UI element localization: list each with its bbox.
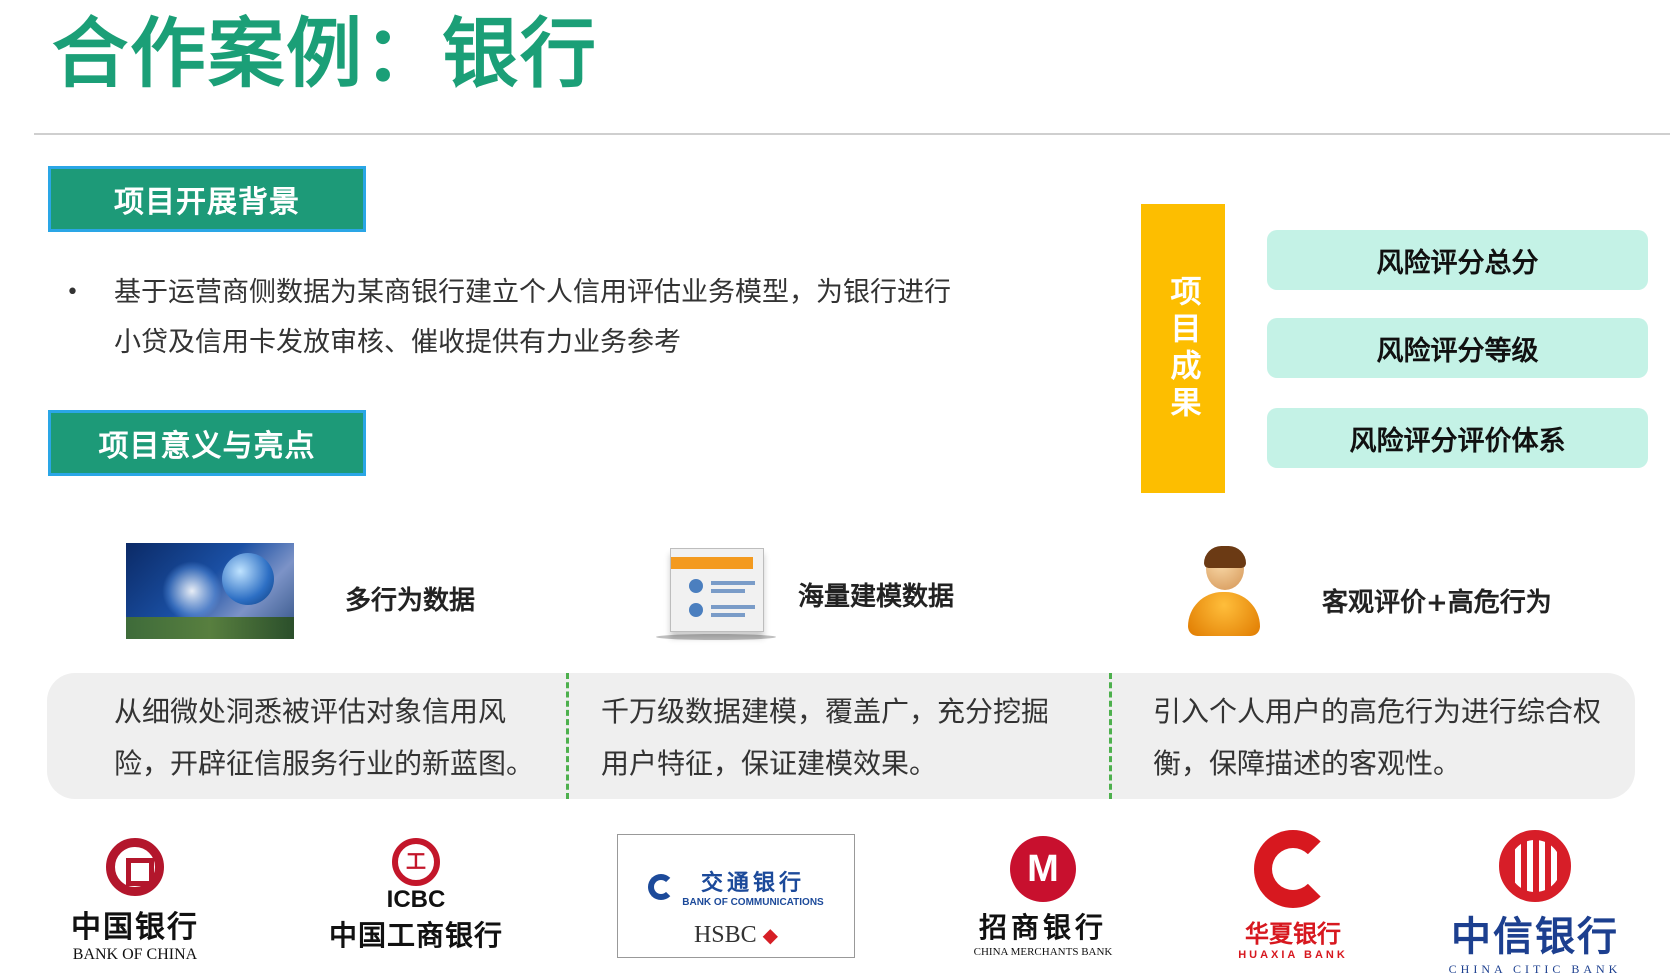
results-column: 项目成果 <box>1141 204 1225 493</box>
logo-text-en: HUAXIA BANK <box>1238 949 1348 961</box>
icbc-logo: 工 ICBC 中国工商银行 <box>326 838 506 954</box>
feature-label-objective-evaluation: 客观评价+高危行为 <box>1322 588 1552 618</box>
logo-text-cn: 华夏银行 <box>1245 920 1341 948</box>
document-users-icon <box>656 548 776 640</box>
china-citic-bank-logo: 中信银行 CHINA CITIC BANK <box>1440 830 1630 976</box>
logo-text-cn: 招商银行 <box>978 911 1107 944</box>
results-label: 项目成果 <box>1164 274 1201 423</box>
user-person-icon <box>1188 546 1260 642</box>
bank-of-china-logo: 中国银行 BANK OF CHINA <box>60 838 210 964</box>
background-text: 基于运营商侧数据为某商银行建立个人信用评估业务模型，为银行进行小贷及信用卡发放审… <box>114 277 951 358</box>
bank-of-communications-logo: 交通银行 BANK OF COMMUNICATIONS HSBC ◆ <box>617 834 855 958</box>
logo-text-en: CHINA CITIC BANK <box>1448 962 1622 976</box>
result-item-score-level: 风险评分等级 <box>1267 318 1648 378</box>
feature-label-modeling-data: 海量建模数据 <box>798 582 955 612</box>
logo-text-en: BANK OF COMMUNICATIONS <box>682 897 824 908</box>
logo-text-en: BANK OF CHINA <box>72 946 198 963</box>
feature-description-1: 从细微处洞悉被评估对象信用风险，开辟征信服务行业的新蓝图。 <box>114 695 535 780</box>
hsbc-text: HSBC <box>693 922 757 948</box>
logo-text-en: CHINA MERCHANTS BANK <box>973 946 1113 958</box>
logo-text-cn: 交通银行 <box>700 871 805 896</box>
logo-text-cn: 中国工商银行 <box>328 919 503 952</box>
cmb-emblem-icon: M <box>1010 836 1076 902</box>
feature-label-multi-behavior: 多行为数据 <box>345 586 476 616</box>
logo-text-en: ICBC <box>386 886 446 913</box>
result-item-evaluation-system: 风险评分评价体系 <box>1267 408 1648 468</box>
logo-text-cn: 中国银行 <box>71 910 199 945</box>
hsbc-hexagon-icon: ◆ <box>762 925 779 947</box>
description-divider <box>566 673 569 799</box>
bullet-dot: • <box>66 280 79 305</box>
feature-description-2: 千万级数据建模，覆盖广，充分挖掘用户特征，保证建模效果。 <box>601 695 1050 780</box>
page-title: 合作案例：银行 <box>52 9 598 98</box>
huaxia-bank-logo: 华夏银行 HUAXIA BANK <box>1218 830 1368 961</box>
huaxia-emblem-icon <box>1254 830 1332 908</box>
bocom-emblem-icon <box>648 873 675 900</box>
section-tag-background: 项目开展背景 <box>48 166 366 232</box>
slide: 合作案例：银行 项目开展背景 • 基于运营商侧数据为某商银行建立个人信用评估业务… <box>0 0 1670 976</box>
citic-emblem-icon <box>1499 830 1571 902</box>
bank-of-china-emblem-icon <box>106 838 164 896</box>
china-merchants-bank-logo: M 招商银行 CHINA MERCHANTS BANK <box>968 836 1118 958</box>
logo-text-cn: 中信银行 <box>1451 914 1619 960</box>
icbc-emblem-icon: 工 <box>392 838 440 886</box>
tech-network-image <box>126 543 294 639</box>
description-divider <box>1109 673 1112 799</box>
feature-description-3: 引入个人用户的高危行为进行综合权衡，保障描述的客观性。 <box>1153 695 1602 780</box>
result-item-total-score: 风险评分总分 <box>1267 230 1648 290</box>
section-tag-significance: 项目意义与亮点 <box>48 410 366 476</box>
title-divider <box>34 133 1670 135</box>
